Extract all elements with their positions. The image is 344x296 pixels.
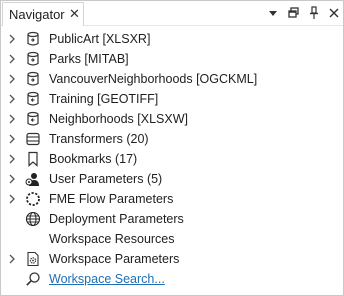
reader-dataset-icon [27,51,39,66]
dropdown-arrow-icon[interactable] [265,5,281,21]
tab-title: Navigator [9,7,65,22]
tree-item-label: VancouverNeighborhoods [OGCKML] [49,72,258,86]
writer-dataset-icon [27,111,39,126]
workspace-search-link[interactable]: Workspace Search... [49,271,165,287]
tree-item-label: Neighborhoods [XLSXW] [49,112,188,126]
restore-window-icon[interactable] [286,5,302,21]
search-icon [26,272,40,286]
transformers-icon [26,132,40,146]
tree-item-label: Workspace Parameters [49,252,180,266]
tree-item-workspace-resources[interactable]: Workspace Resources [1,229,343,249]
tree-item-workspace-search[interactable]: Workspace Search... [1,269,343,289]
tree-item-deployment-parameters[interactable]: Deployment Parameters [1,209,343,229]
tree-item-publicart[interactable]: PublicArt [XLSXR] [1,29,343,49]
flow-parameters-icon [26,192,40,206]
tree-item-label: PublicArt [XLSXR] [49,32,151,46]
pin-icon[interactable] [306,5,322,21]
chevron-right-icon[interactable] [7,254,17,264]
tree-item-neighborhoods[interactable]: Neighborhoods [XLSXW] [1,109,343,129]
tree-item-label: Workspace Resources [49,232,175,246]
tree-item-workspace-parameters[interactable]: Workspace Parameters [1,249,343,269]
reader-dataset-icon [27,71,39,86]
chevron-right-icon[interactable] [7,114,17,124]
tree-item-parks[interactable]: Parks [MITAB] [1,49,343,69]
tree-item-label: Bookmarks (17) [49,152,138,166]
chevron-right-icon[interactable] [7,134,17,144]
chevron-right-icon[interactable] [7,74,17,84]
panel-header: Navigator ✕ [1,1,343,26]
tree-item-vancouverneighborhoods[interactable]: VancouverNeighborhoods [OGCKML] [1,69,343,89]
chevron-right-icon[interactable] [7,54,17,64]
chevron-right-icon[interactable] [7,34,17,44]
user-parameters-icon [25,173,39,186]
tree-item-label: Deployment Parameters [49,212,184,226]
close-panel-icon[interactable] [326,5,342,21]
bookmark-icon [28,151,38,167]
gear-icon [27,251,39,267]
tab-close-icon[interactable]: ✕ [69,6,80,22]
tree-item-fme-flow-parameters[interactable]: FME Flow Parameters [1,189,343,209]
tree-item-bookmarks[interactable]: Bookmarks (17) [1,149,343,169]
reader-dataset-icon [27,31,39,46]
tree-item-label: Transformers (20) [49,132,149,146]
writer-dataset-icon [27,91,39,106]
tab-navigator[interactable]: Navigator ✕ [2,2,84,26]
tree-item-label: Parks [MITAB] [49,52,129,66]
globe-icon [25,211,41,227]
tree-item-label: Training [GEOTIFF] [49,92,159,106]
tree-item-transformers[interactable]: Transformers (20) [1,129,343,149]
tree-item-label: FME Flow Parameters [49,192,174,206]
tree-item-user-parameters[interactable]: User Parameters (5) [1,169,343,189]
chevron-right-icon[interactable] [7,194,17,204]
chevron-right-icon[interactable] [7,174,17,184]
tree-item-training[interactable]: Training [GEOTIFF] [1,89,343,109]
tree-item-label: User Parameters (5) [49,172,163,186]
chevron-right-icon[interactable] [7,94,17,104]
navigator-panel: Navigator ✕ PublicArt [XLSXR] Parks [MIT… [0,0,344,296]
chevron-right-icon[interactable] [7,154,17,164]
